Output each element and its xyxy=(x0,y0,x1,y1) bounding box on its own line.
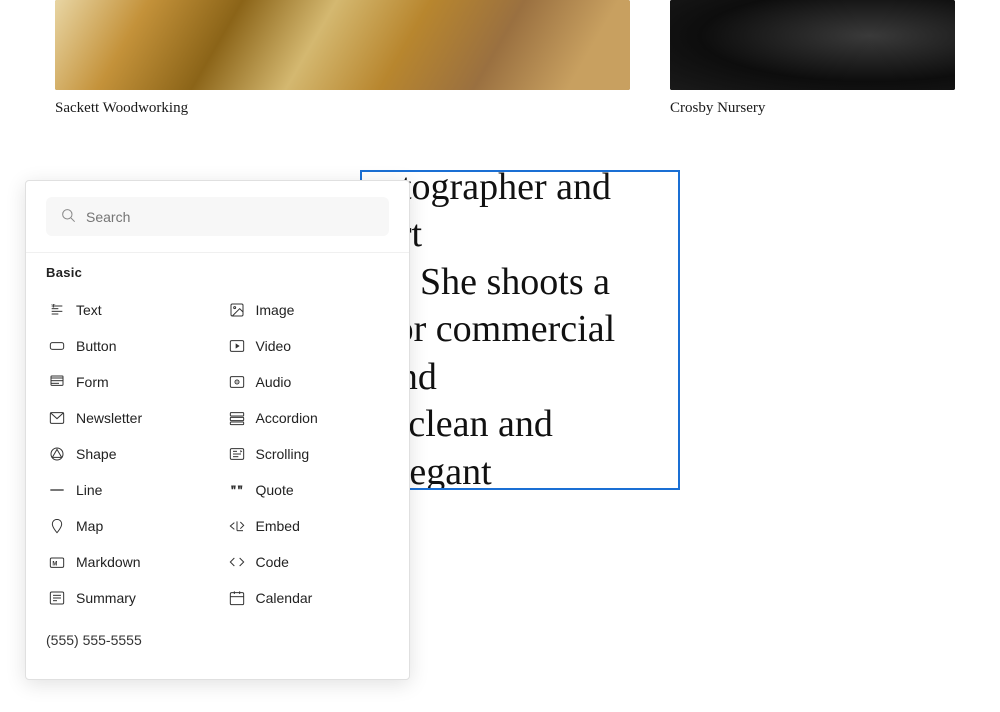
search-icon xyxy=(60,207,76,226)
block-label-markdown: Markdown xyxy=(76,554,141,570)
items-grid: T Text Image Button xyxy=(26,288,409,620)
block-item-calendar[interactable]: Calendar xyxy=(218,580,398,616)
block-label-button: Button xyxy=(76,338,116,354)
block-label-newsletter: Newsletter xyxy=(76,410,142,426)
svg-text:": " xyxy=(237,482,242,496)
search-input-wrap[interactable] xyxy=(46,197,389,236)
gallery-caption-right: Crosby Nursery xyxy=(670,100,955,117)
block-item-button[interactable]: Button xyxy=(38,328,218,364)
svg-text:": " xyxy=(231,482,236,496)
gallery-item-left: Sackett Woodworking xyxy=(55,0,630,140)
block-item-newsletter[interactable]: Newsletter xyxy=(38,400,218,436)
block-item-accordion[interactable]: Accordion xyxy=(218,400,398,436)
block-label-form: Form xyxy=(76,374,109,390)
block-label-video: Video xyxy=(256,338,292,354)
search-input[interactable] xyxy=(86,209,375,225)
form-icon xyxy=(48,373,66,391)
text-icon: T xyxy=(48,301,66,319)
block-label-calendar: Calendar xyxy=(256,590,313,606)
block-item-map[interactable]: Map xyxy=(38,508,218,544)
line-icon xyxy=(48,481,66,499)
code-icon xyxy=(228,553,246,571)
block-item-shape[interactable]: Shape xyxy=(38,436,218,472)
button-icon xyxy=(48,337,66,355)
block-label-audio: Audio xyxy=(256,374,292,390)
accordion-icon xyxy=(228,409,246,427)
phone-number: (555) 555-5555 xyxy=(26,620,409,660)
block-item-line[interactable]: Line xyxy=(38,472,218,508)
block-item-quote[interactable]: "" Quote xyxy=(218,472,398,508)
block-item-image[interactable]: Image xyxy=(218,292,398,328)
main-area: otographer and art n. She shoots a for c… xyxy=(0,180,1000,680)
block-label-shape: Shape xyxy=(76,446,116,462)
audio-icon xyxy=(228,373,246,391)
block-item-code[interactable]: Code xyxy=(218,544,398,580)
block-item-embed[interactable]: Embed xyxy=(218,508,398,544)
gallery-item-right: Crosby Nursery xyxy=(670,0,955,140)
block-label-scrolling: Scrolling xyxy=(256,446,310,462)
block-item-audio[interactable]: Audio xyxy=(218,364,398,400)
add-block-panel: Basic T Text Image B xyxy=(25,180,410,680)
shape-icon xyxy=(48,445,66,463)
block-item-text[interactable]: T Text xyxy=(38,292,218,328)
block-item-video[interactable]: Video xyxy=(218,328,398,364)
quote-icon: "" xyxy=(228,481,246,499)
block-label-image: Image xyxy=(256,302,295,318)
newsletter-icon xyxy=(48,409,66,427)
gallery-image-woodworking xyxy=(55,0,630,90)
summary-icon xyxy=(48,589,66,607)
block-label-embed: Embed xyxy=(256,518,300,534)
map-icon xyxy=(48,517,66,535)
search-bar xyxy=(26,181,409,253)
svg-text:M: M xyxy=(52,561,57,567)
embed-icon xyxy=(228,517,246,535)
scrolling-icon xyxy=(228,445,246,463)
block-label-quote: Quote xyxy=(256,482,294,498)
block-label-code: Code xyxy=(256,554,289,570)
calendar-icon xyxy=(228,589,246,607)
block-item-summary[interactable]: Summary xyxy=(38,580,218,616)
video-icon xyxy=(228,337,246,355)
block-label-line: Line xyxy=(76,482,102,498)
image-icon xyxy=(228,301,246,319)
gallery-area: Sackett Woodworking Crosby Nursery xyxy=(0,0,1000,160)
gallery-image-nursery xyxy=(670,0,955,90)
svg-text:T: T xyxy=(52,303,56,309)
block-item-markdown[interactable]: M Markdown xyxy=(38,544,218,580)
section-basic-label: Basic xyxy=(26,253,409,288)
gallery-caption-left: Sackett Woodworking xyxy=(55,100,630,117)
block-label-map: Map xyxy=(76,518,103,534)
block-item-form[interactable]: Form xyxy=(38,364,218,400)
block-item-scrolling[interactable]: Scrolling xyxy=(218,436,398,472)
markdown-icon: M xyxy=(48,553,66,571)
block-label-accordion: Accordion xyxy=(256,410,318,426)
block-label-summary: Summary xyxy=(76,590,136,606)
block-label-text: Text xyxy=(76,302,102,318)
